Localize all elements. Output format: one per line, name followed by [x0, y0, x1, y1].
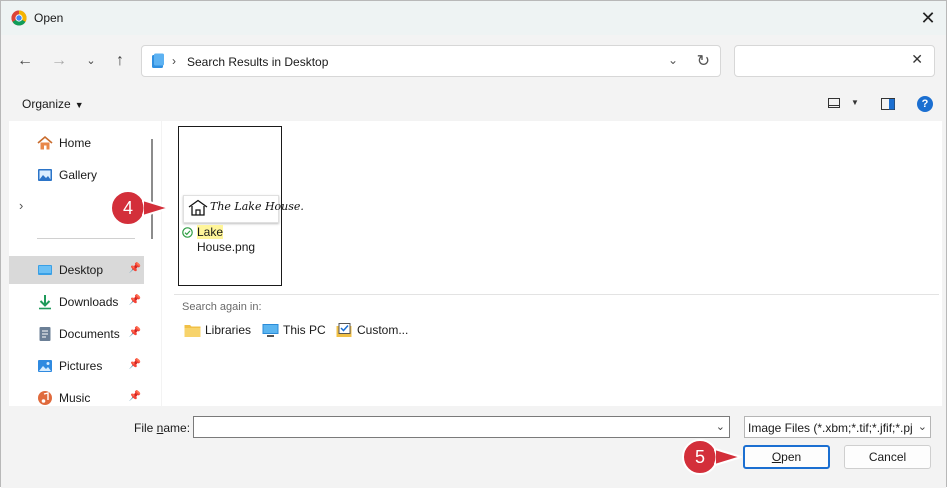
pin-icon: 📌 — [128, 263, 141, 274]
recent-locations-button[interactable]: ⌄ — [79, 49, 103, 73]
file-name-label: File name: — [134, 421, 190, 435]
sync-status-icon — [182, 227, 193, 238]
pictures-icon — [38, 360, 52, 372]
pin-icon: 📌 — [128, 327, 141, 338]
sidebar-item-label: Documents — [59, 327, 120, 341]
chevron-right-icon[interactable]: › — [19, 198, 23, 213]
close-icon: ✕ — [920, 8, 936, 28]
sidebar-item-label: Gallery — [59, 168, 98, 182]
title-bar: Open ✕ — [1, 1, 946, 35]
file-name-rest: House.png — [197, 240, 256, 254]
file-thumbnail: The Lake House. — [183, 195, 304, 223]
thumbnail-logo-text: The Lake House. — [210, 200, 304, 213]
close-button[interactable]: ✕ — [916, 6, 940, 30]
file-type-select[interactable]: Image Files (*.xbm;*.tif;*.jfif;*.pjp ⌄ — [744, 416, 931, 438]
file-name-field[interactable]: ⌄ — [193, 416, 730, 438]
sidebar-item-downloads[interactable]: Downloads 📌 — [9, 288, 144, 316]
step-callout-4: 4 — [107, 188, 171, 228]
sidebar-item-label: Music — [59, 391, 91, 405]
forward-button[interactable]: → — [47, 49, 71, 73]
search-results-icon — [152, 53, 164, 68]
back-button[interactable]: ← — [13, 49, 37, 73]
callout-number: 4 — [122, 198, 133, 218]
help-button[interactable]: ? — [917, 96, 933, 112]
pin-icon: 📌 — [128, 359, 141, 370]
divider — [174, 294, 939, 295]
file-name-label-text: File — [134, 421, 157, 435]
documents-icon — [39, 327, 51, 341]
computer-icon — [262, 324, 279, 337]
chevron-down-icon[interactable]: ⌄ — [716, 420, 725, 433]
downloads-icon — [39, 295, 51, 310]
preview-pane-button[interactable] — [881, 98, 895, 110]
gallery-icon — [38, 169, 52, 181]
pin-icon: 📌 — [128, 391, 141, 402]
breadcrumb-chevron-icon: › — [172, 54, 176, 68]
dialog-title: Open — [34, 11, 64, 25]
navigation-pane: Home Gallery › Desktop 📌 Downloads 📌 Doc… — [9, 121, 144, 406]
sidebar-item-desktop[interactable]: Desktop 📌 — [9, 256, 144, 284]
address-dropdown-button[interactable]: ⌄ — [668, 53, 678, 67]
command-bar: Organize ▼ ▼ ? — [1, 87, 946, 121]
refresh-button[interactable]: ↻ — [697, 51, 710, 71]
organize-label: Organize — [22, 97, 71, 111]
search-again-label: Search again in: — [182, 301, 262, 313]
file-type-value: Image Files (*.xbm;*.tif;*.jfif;*.pjp — [748, 421, 913, 435]
navigation-bar: ← → ⌄ ↑ › Search Results in Desktop ⌄ ↻ … — [1, 35, 946, 87]
search-input[interactable] — [734, 45, 935, 77]
arrow-left-icon: ← — [17, 52, 33, 69]
custom-search-icon — [336, 323, 352, 337]
file-list: The Lake House. Lake House.png Search ag… — [162, 121, 942, 406]
sidebar-item-label: Downloads — [59, 295, 119, 309]
open-dialog: Open ✕ ← → ⌄ ↑ › Search Results in Deskt… — [0, 0, 947, 488]
sidebar-item-home[interactable]: Home — [9, 129, 144, 157]
pin-icon: 📌 — [128, 295, 141, 306]
chevron-down-icon: ⌄ — [86, 55, 96, 67]
sidebar-item-music[interactable]: Music 📌 — [9, 384, 144, 406]
house-icon — [188, 199, 208, 216]
location-label: Libraries — [205, 323, 252, 337]
view-dropdown-button[interactable]: ▼ — [851, 98, 859, 107]
sidebar-item-label: Desktop — [59, 263, 104, 277]
arrow-up-icon: ↑ — [116, 52, 124, 69]
sidebar-item-label: Home — [59, 136, 92, 150]
folder-icon — [184, 325, 201, 337]
view-options-button[interactable] — [828, 98, 840, 109]
open-label: pen — [781, 450, 802, 464]
arrow-right-icon: → — [51, 52, 67, 69]
callout-number: 5 — [694, 447, 705, 467]
home-icon — [37, 135, 53, 150]
up-button[interactable]: ↑ — [108, 49, 132, 73]
sidebar-item-gallery[interactable]: Gallery — [9, 161, 144, 189]
divider — [37, 238, 135, 239]
location-label: This PC — [283, 323, 326, 337]
chrome-icon — [11, 10, 27, 26]
music-icon — [38, 391, 52, 405]
caret-down-icon: ▼ — [74, 100, 84, 110]
address-bar[interactable]: › Search Results in Desktop ⌄ ↻ — [141, 45, 721, 77]
cancel-label: Cancel — [868, 450, 907, 464]
sidebar-item-label: Pictures — [59, 359, 103, 373]
address-path: Search Results in Desktop — [187, 55, 329, 69]
step-callout-5: 5 — [679, 437, 743, 477]
file-name: Lake House.png — [197, 225, 279, 255]
location-label: Custom... — [357, 323, 409, 337]
desktop-icon — [38, 265, 52, 275]
open-button[interactable]: Open — [743, 445, 830, 469]
organize-button[interactable]: Organize ▼ — [22, 97, 84, 111]
footer-bar: File name: ⌄ Image Files (*.xbm;*.tif;*.… — [1, 406, 946, 488]
chevron-down-icon: ⌄ — [917, 421, 927, 433]
sidebar-item-documents[interactable]: Documents 📌 — [9, 320, 144, 348]
cancel-button[interactable]: Cancel — [844, 445, 931, 469]
file-name-match: Lake — [197, 225, 224, 239]
file-name-label-text: ame: — [163, 421, 191, 435]
open-label-accel: O — [771, 450, 782, 464]
file-item[interactable]: The Lake House. Lake House.png — [178, 126, 304, 286]
sidebar-item-pictures[interactable]: Pictures 📌 — [9, 352, 144, 380]
